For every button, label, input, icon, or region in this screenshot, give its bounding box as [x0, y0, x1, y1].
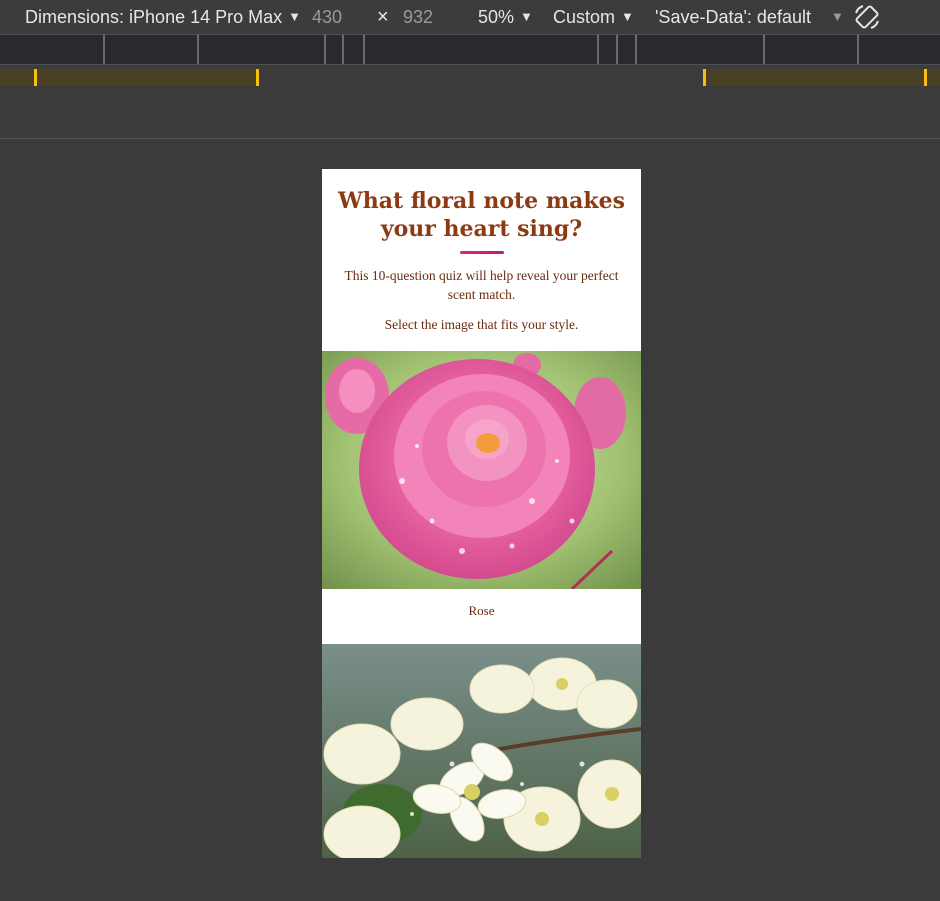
breakpoint-tick[interactable] [197, 35, 199, 64]
device-dimensions-label: Dimensions: iPhone 14 Pro Max [25, 7, 283, 27]
breakpoint-tick[interactable] [324, 35, 326, 64]
breakpoint-tick[interactable] [763, 35, 765, 64]
ruler-divider [0, 138, 940, 139]
throttle-dropdown[interactable]: Custom ▼ [553, 6, 634, 28]
zoom-dropdown[interactable]: 50% ▼ [478, 6, 533, 28]
title-underline [459, 251, 504, 254]
min-width-query[interactable] [704, 69, 940, 86]
caret-down-icon: ▼ [830, 9, 844, 24]
breakpoint-tick[interactable] [635, 35, 637, 64]
white-jasmine-photo[interactable] [322, 644, 641, 858]
query-marker[interactable] [703, 69, 706, 86]
quiz-intro: This 10-question quiz will help reveal y… [344, 268, 619, 302]
caret-down-icon: ▼ [520, 9, 533, 24]
option-label-rose[interactable]: Rose [322, 603, 641, 619]
height-input[interactable]: 932 [403, 6, 433, 28]
quiz-instruction: Select the image that fits your style. [384, 317, 579, 332]
zoom-label: 50% [478, 7, 515, 27]
save-data-label: 'Save-Data': default [655, 7, 811, 27]
caret-down-icon: ▼ [621, 9, 634, 24]
breakpoint-tick[interactable] [616, 35, 618, 64]
query-marker[interactable] [34, 69, 37, 86]
rotate-device-icon[interactable] [852, 2, 882, 32]
caret-down-icon: ▼ [288, 9, 301, 24]
times-icon: × [377, 6, 389, 28]
breakpoint-tick[interactable] [363, 35, 365, 64]
throttle-label: Custom [553, 7, 616, 27]
breakpoint-tick[interactable] [103, 35, 105, 64]
quiz-title: What floral note makes your heart sing? [338, 188, 625, 242]
breakpoint-tick[interactable] [597, 35, 599, 64]
query-marker[interactable] [256, 69, 259, 86]
query-marker[interactable] [924, 69, 927, 86]
width-query-bar [0, 66, 940, 89]
breakpoint-tick[interactable] [342, 35, 344, 64]
media-query-bar [0, 34, 940, 65]
breakpoint-tick[interactable] [857, 35, 859, 64]
save-data-dropdown[interactable]: 'Save-Data': default ▼ [655, 6, 844, 28]
device-dimensions-dropdown[interactable]: Dimensions: iPhone 14 Pro Max ▼ [25, 6, 301, 28]
pink-rose-photo[interactable] [322, 351, 641, 589]
max-width-query[interactable] [0, 69, 258, 86]
device-viewport[interactable]: What floral note makes your heart sing? … [322, 169, 641, 858]
device-toolbar: Dimensions: iPhone 14 Pro Max ▼ 430 × 932… [0, 0, 940, 34]
width-input[interactable]: 430 [312, 6, 342, 28]
